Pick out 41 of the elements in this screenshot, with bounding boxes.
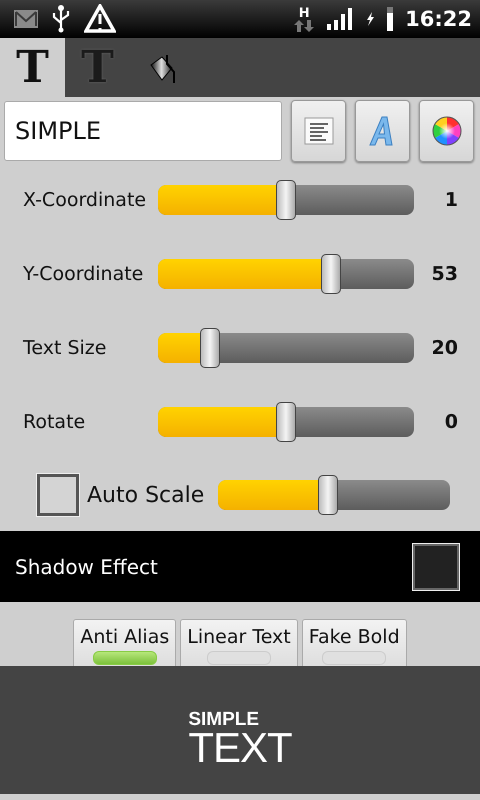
slider-thumb[interactable]	[276, 180, 296, 220]
toggle-button[interactable]: Fake Bold	[302, 619, 407, 666]
tool-button[interactable]	[291, 100, 346, 162]
slider[interactable]	[158, 180, 414, 220]
slider-label: Text Size	[23, 337, 108, 359]
slider-value: 53	[430, 263, 458, 285]
text-align-icon	[304, 117, 334, 145]
slider-value: 0	[444, 411, 458, 433]
slider-value: 20	[430, 337, 458, 359]
text-input[interactable]: SIMPLE	[4, 101, 282, 161]
color-wheel-icon	[432, 116, 462, 146]
slider[interactable]	[158, 254, 414, 294]
slider-thumb[interactable]	[318, 475, 338, 515]
slider-value: 1	[444, 189, 458, 211]
usb-icon	[50, 5, 72, 33]
slider-label: Rotate	[23, 411, 86, 433]
charging-icon	[365, 12, 376, 26]
slider-label: Y-Coordinate	[23, 263, 144, 285]
slider-thumb[interactable]	[200, 328, 220, 368]
network-type: H	[298, 6, 310, 20]
checkbox[interactable]	[413, 544, 459, 590]
data-arrows-icon	[294, 20, 314, 32]
battery-icon	[387, 7, 394, 31]
setting-label: Shadow Effect	[15, 554, 158, 578]
logo-text: SIMPLE	[188, 710, 260, 728]
slider[interactable]	[158, 402, 414, 442]
toggle-button[interactable]: Linear Text	[180, 619, 298, 666]
toggle-button[interactable]: Anti Alias	[73, 619, 176, 666]
slider-thumb[interactable]	[320, 254, 341, 294]
signal-icon	[327, 8, 354, 30]
mail-icon	[14, 10, 38, 28]
clock: 16:22	[405, 7, 472, 31]
logo-text: TEXT	[188, 728, 292, 766]
slider[interactable]	[158, 328, 414, 368]
slider-label: X-Coordinate	[23, 189, 148, 211]
checkbox[interactable]	[37, 474, 79, 516]
slider[interactable]	[218, 475, 450, 515]
tab[interactable]: T	[0, 38, 65, 97]
checkbox-label: Auto Scale	[87, 482, 204, 508]
slider-thumb[interactable]	[276, 402, 296, 442]
warning-icon	[84, 4, 116, 34]
